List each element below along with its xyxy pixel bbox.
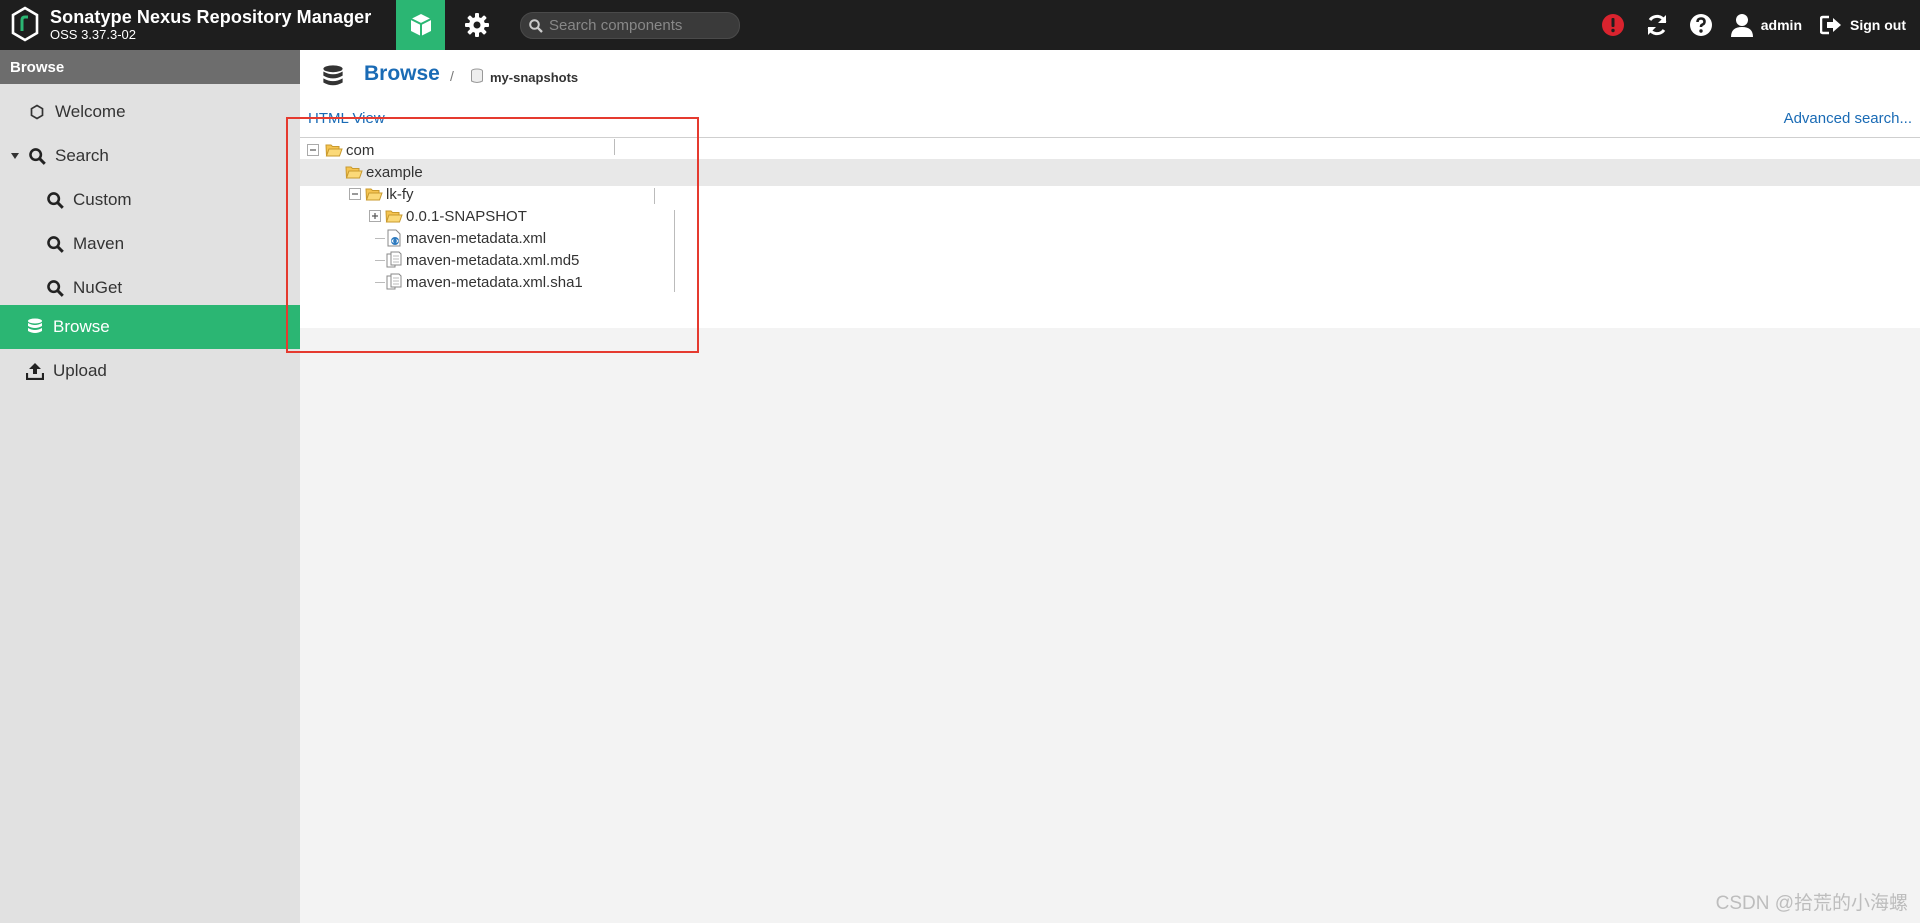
tree-connector [375, 238, 385, 239]
top-right-toolbar: admin Sign out [1591, 0, 1920, 50]
user-name: admin [1760, 17, 1802, 33]
gear-icon [465, 13, 489, 37]
tree-node-label: maven-metadata.xml.md5 [406, 252, 580, 269]
tree-connector [375, 282, 385, 283]
search-icon [45, 278, 65, 298]
tree-node-label: 0.0.1-SNAPSHOT [406, 208, 527, 225]
file-icon [386, 273, 402, 290]
sidebar-item-label: Maven [73, 234, 125, 253]
sidebar-item-browse[interactable]: Browse [0, 305, 300, 349]
file-icon [386, 251, 402, 268]
tree-node-label: maven-metadata.xml.sha1 [406, 274, 583, 291]
sidebar-item-nuget[interactable]: NuGet [0, 266, 300, 310]
search-icon [45, 234, 65, 254]
page-title[interactable]: Browse [364, 62, 440, 86]
sidebar-item-label: Browse [53, 317, 110, 336]
user-icon [1730, 14, 1753, 37]
tree-connector [375, 260, 385, 261]
browse-mode-button[interactable] [396, 0, 445, 50]
tree-node-label: lk-fy [386, 186, 414, 203]
app-title: Sonatype Nexus Repository Manager [50, 6, 372, 27]
sign-out-label: Sign out [1850, 17, 1906, 33]
sidebar-item-label: NuGet [73, 278, 123, 297]
sidebar-item-label: Welcome [55, 102, 126, 121]
nexus-logo-icon [11, 6, 39, 42]
advanced-search-link[interactable]: Advanced search... [1784, 110, 1912, 127]
alert-button[interactable] [1591, 0, 1635, 50]
sidebar-item-upload[interactable]: Upload [0, 349, 300, 393]
folder-open-icon [345, 166, 363, 179]
folder-open-icon [365, 188, 383, 201]
search-icon [529, 18, 543, 33]
search-input[interactable] [549, 17, 739, 34]
refresh-button[interactable] [1635, 0, 1679, 50]
caret-down-icon [11, 153, 19, 159]
app-version: OSS 3.37.3-02 [50, 26, 136, 42]
top-bar: Sonatype Nexus Repository Manager OSS 3.… [0, 0, 1920, 50]
expand-icon[interactable] [369, 210, 381, 222]
xml-file-icon [387, 229, 401, 247]
hexagon-icon [27, 102, 47, 122]
search-icon [45, 190, 65, 210]
sidebar-header: Browse [0, 50, 300, 84]
repository-icon [471, 68, 483, 83]
tree-node[interactable]: maven-metadata.xml.sha1 [300, 269, 1920, 296]
question-circle-icon [1689, 14, 1712, 36]
tree-node-label: com [346, 142, 375, 159]
collapse-icon[interactable] [349, 188, 361, 200]
sidebar-item-label: Search [55, 146, 109, 165]
sign-out-button[interactable]: Sign out [1816, 0, 1920, 50]
sidebar: Browse Welcome Search Custom Maven NuGet [0, 50, 300, 923]
sidebar-item-search[interactable]: Search [0, 134, 300, 178]
breadcrumb-repository: my-snapshots [490, 70, 579, 85]
search-icon [27, 146, 47, 166]
help-button[interactable] [1679, 0, 1723, 50]
collapse-icon[interactable] [307, 144, 319, 156]
folder-open-icon [325, 144, 343, 157]
tree-node-label: example [366, 164, 423, 181]
admin-mode-button[interactable] [454, 0, 500, 50]
panel-toolbar: HTML View Advanced search... [300, 104, 1920, 138]
search-components[interactable] [520, 12, 740, 39]
database-icon [323, 65, 343, 86]
exclamation-circle-icon [1601, 14, 1624, 36]
sidebar-item-welcome[interactable]: Welcome [0, 90, 300, 134]
sidebar-item-custom[interactable]: Custom [0, 178, 300, 222]
folder-icon [385, 210, 403, 223]
refresh-icon [1647, 14, 1667, 36]
sidebar-item-label: Upload [53, 361, 107, 380]
upload-icon [25, 361, 45, 381]
sidebar-item-label: Custom [73, 190, 132, 209]
browse-panel: HTML View Advanced search... com example… [300, 104, 1920, 328]
breadcrumb-separator: / [450, 68, 454, 84]
user-menu[interactable]: admin [1723, 0, 1816, 50]
main-header: Browse / my-snapshots [300, 50, 1920, 104]
watermark: CSDN @拾荒的小海螺 [1715, 893, 1908, 914]
html-view-link[interactable]: HTML View [308, 110, 385, 127]
sidebar-item-maven[interactable]: Maven [0, 222, 300, 266]
tree-node-label: maven-metadata.xml [406, 230, 547, 247]
cube-icon [410, 14, 431, 36]
sign-out-icon [1820, 15, 1841, 35]
brand[interactable]: Sonatype Nexus Repository Manager OSS 3.… [10, 6, 371, 42]
database-icon [25, 317, 45, 337]
